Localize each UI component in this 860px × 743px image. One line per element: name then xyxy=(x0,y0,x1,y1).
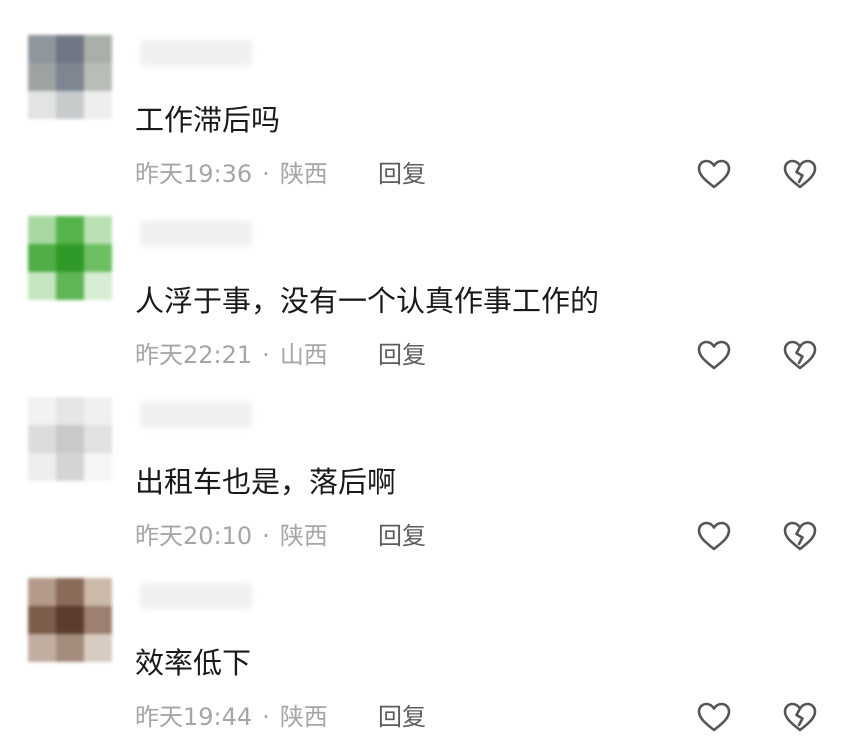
comment-meta: 昨天19:44 · 陕西 xyxy=(135,700,328,734)
avatar[interactable] xyxy=(28,35,112,119)
meta-separator: · xyxy=(262,703,270,731)
comment-time: 昨天22:21 xyxy=(135,341,253,369)
comment-location: 陕西 xyxy=(279,160,328,188)
broken-heart-icon[interactable] xyxy=(783,701,817,733)
avatar[interactable] xyxy=(28,397,112,481)
heart-outline-icon[interactable] xyxy=(697,339,731,371)
broken-heart-icon[interactable] xyxy=(783,339,817,371)
comment-meta: 昨天20:10 · 陕西 xyxy=(135,519,328,553)
meta-separator: · xyxy=(262,160,270,188)
broken-heart-icon[interactable] xyxy=(783,520,817,552)
comment-item: 出租车也是，落后啊 昨天20:10 · 陕西 回复 xyxy=(0,382,860,562)
broken-heart-icon[interactable] xyxy=(783,158,817,190)
comment-location: 陕西 xyxy=(279,522,328,550)
comment-meta: 昨天19:36 · 陕西 xyxy=(135,157,328,191)
heart-outline-icon[interactable] xyxy=(697,520,731,552)
comment-item: 工作滞后吗 昨天19:36 · 陕西 回复 xyxy=(0,20,860,200)
avatar[interactable] xyxy=(28,216,112,300)
comment-time: 昨天19:44 xyxy=(135,703,253,731)
comment-item: 效率低下 昨天19:44 · 陕西 回复 xyxy=(0,563,860,743)
comment-location: 陕西 xyxy=(279,703,328,731)
reply-button[interactable]: 回复 xyxy=(378,700,426,734)
username-blurred[interactable] xyxy=(140,402,252,428)
meta-separator: · xyxy=(262,341,270,369)
heart-outline-icon[interactable] xyxy=(697,701,731,733)
comment-text: 工作滞后吗 xyxy=(135,103,281,137)
comment-meta: 昨天22:21 · 山西 xyxy=(135,338,328,372)
meta-separator: · xyxy=(262,522,270,550)
reply-button[interactable]: 回复 xyxy=(378,157,426,191)
comment-time: 昨天20:10 xyxy=(135,522,253,550)
comment-item: 人浮于事，没有一个认真作事工作的 昨天22:21 · 山西 回复 xyxy=(0,201,860,381)
heart-outline-icon[interactable] xyxy=(697,158,731,190)
comment-location: 山西 xyxy=(279,341,328,369)
comment-text: 人浮于事，没有一个认真作事工作的 xyxy=(135,284,600,318)
avatar[interactable] xyxy=(28,578,112,662)
username-blurred[interactable] xyxy=(140,40,252,66)
comment-text: 出租车也是，落后啊 xyxy=(135,465,397,499)
reply-button[interactable]: 回复 xyxy=(378,519,426,553)
comment-text: 效率低下 xyxy=(135,646,252,680)
username-blurred[interactable] xyxy=(140,221,252,247)
comment-time: 昨天19:36 xyxy=(135,160,253,188)
username-blurred[interactable] xyxy=(140,583,252,609)
reply-button[interactable]: 回复 xyxy=(378,338,426,372)
